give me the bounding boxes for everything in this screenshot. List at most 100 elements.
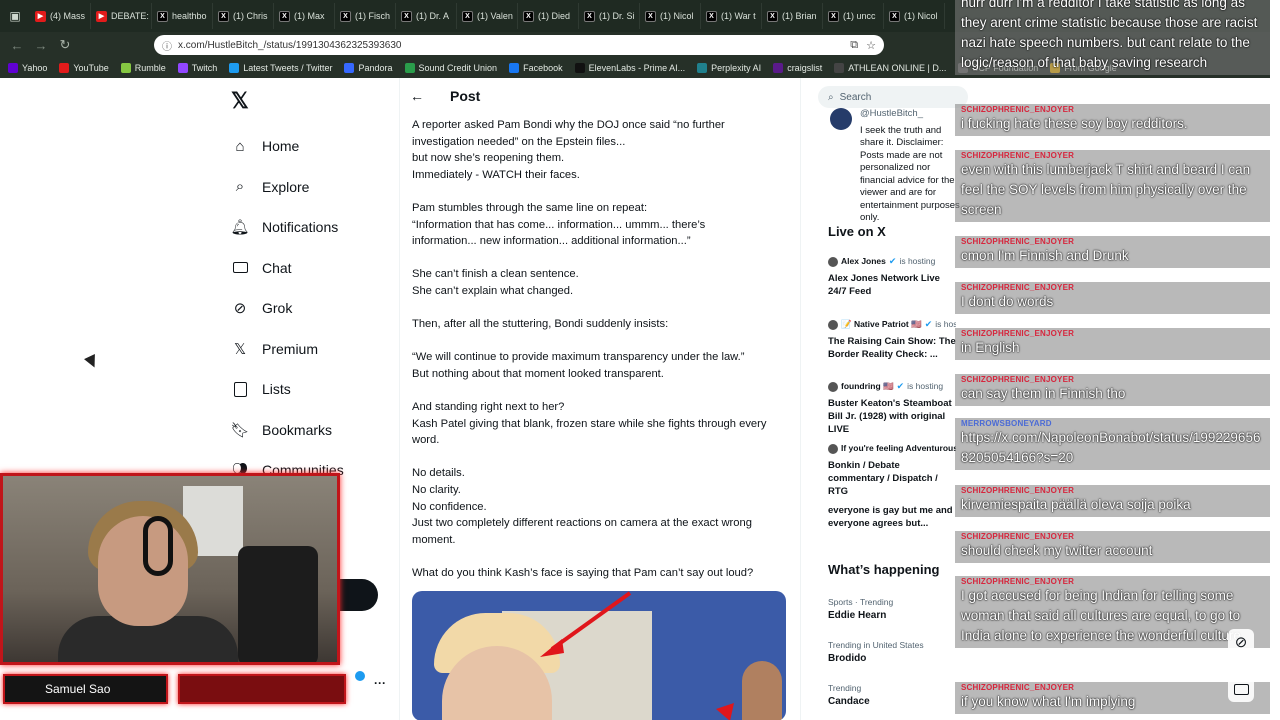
browser-tab[interactable]: X (1) uncc: [823, 3, 884, 29]
chat-message: SCHIZOPHRENIC_ENJOYER even with this lumb…: [955, 150, 1270, 222]
post-line: information... new information... additi…: [412, 235, 691, 248]
post-button[interactable]: [340, 579, 378, 611]
tab-menu-icon[interactable]: ▣: [0, 0, 30, 32]
x-icon: X: [889, 10, 900, 22]
chat-message: SCHIZOPHRENIC_ENJOYER kirvemiespaita pääl…: [955, 485, 1270, 517]
post-video[interactable]: [412, 591, 786, 720]
tab-label: (1) Fisch: [355, 11, 391, 21]
stream-chat: hurr durr i'm a redditor I take statisti…: [955, 0, 1270, 720]
webcam-chair: [238, 546, 318, 662]
bookmark-label: ElevenLabs - Prime AI...: [588, 63, 686, 73]
sidebar-item-home[interactable]: ⌂ Home: [228, 126, 398, 167]
trend-item[interactable]: Trending in United States Brodido: [828, 639, 956, 665]
bookmark-item[interactable]: craigslist: [773, 63, 822, 73]
forward-icon[interactable]: →: [30, 34, 52, 56]
post-line: “Information that has come... informatio…: [412, 218, 706, 231]
sidebar-nav: ⌂ Home ⌕ Explore 🔔︎ Notifications Chat ⊘…: [228, 126, 398, 491]
bookmark-item[interactable]: Yahoo: [8, 63, 47, 73]
post-paragraph-gap: [412, 333, 790, 350]
bookmark-star-icon[interactable]: ☆: [866, 39, 876, 52]
sidebar-item-label: Explore: [262, 178, 310, 195]
search-input[interactable]: ⌕ Search: [818, 86, 968, 108]
live-item[interactable]: If you're feeling Adventurous...✔is host…: [828, 442, 956, 498]
bookmark-item[interactable]: Twitch: [177, 63, 217, 73]
bookmark-item[interactable]: Perplexity AI: [697, 63, 761, 73]
back-arrow-icon[interactable]: ←: [410, 88, 424, 104]
tab-label: (1) Chris: [233, 11, 268, 21]
post-line: Pam stumbles through the same line on re…: [412, 201, 648, 214]
browser-tab[interactable]: X (1) Dr. Si: [579, 3, 640, 29]
sidebar-item-premium[interactable]: 𝕏 Premium: [228, 329, 398, 370]
messages-float-icon[interactable]: [1228, 676, 1254, 702]
grok-float-icon[interactable]: ⊘: [1228, 629, 1254, 655]
bookmark-label: Yahoo: [22, 63, 48, 73]
chat-message: SCHIZOPHRENIC_ENJOYER cmon I'm Finnish an…: [955, 236, 1270, 268]
live-title: Bonkin / Debate commentary / Dispatch / …: [828, 460, 938, 497]
trend-item[interactable]: Trending Candace: [828, 682, 956, 708]
browser-tab[interactable]: X (1) Max: [274, 3, 335, 29]
browser-tab[interactable]: X (1) Brian: [762, 3, 823, 29]
bookmark-item[interactable]: Sound Credit Union: [404, 63, 497, 73]
avatar[interactable]: [830, 108, 852, 130]
post-line: investigation needed” on the Epstein fil…: [412, 135, 626, 148]
browser-tab[interactable]: X (1) Nicol: [884, 3, 945, 29]
live-item[interactable]: 📝 Native Patriot 🇺🇸✔is hosting The Raisin…: [828, 318, 956, 361]
browser-tab[interactable]: X (1) Chris: [213, 3, 274, 29]
sidebar-item-grok[interactable]: ⊘ Grok: [228, 288, 398, 329]
bookmark-favicon-icon: [773, 63, 784, 73]
bookmark-item[interactable]: Facebook: [509, 63, 563, 73]
browser-tab[interactable]: ▶ (4) Mass: [30, 3, 91, 29]
install-icon[interactable]: ⧉: [850, 39, 858, 52]
live-host-name: If you're feeling Adventurous...: [841, 443, 956, 453]
site-info-icon[interactable]: ⓘ: [162, 38, 172, 53]
sidebar-item-chat[interactable]: Chat: [228, 248, 398, 289]
browser-tab[interactable]: Xhealthbo: [152, 3, 213, 29]
live-item[interactable]: Alex Jones ✔ is hosting Alex Jones Network …: [828, 255, 956, 298]
x-premium-icon: 𝕏: [233, 340, 247, 358]
post-paragraph-gap: [412, 548, 790, 565]
x-icon: X: [828, 10, 839, 22]
live-hosting-label: is hosting: [899, 256, 936, 266]
back-icon[interactable]: ←: [6, 34, 28, 56]
live-title: Alex Jones Network Live 24/7 Feed: [828, 273, 940, 297]
sidebar-item-lists[interactable]: Lists: [228, 369, 398, 410]
browser-tab[interactable]: X (1) Died: [518, 3, 579, 29]
post-line: Immediately - WATCH their faces.: [412, 168, 580, 181]
bookmark-item[interactable]: Pandora: [344, 63, 393, 73]
x-icon: X: [523, 10, 534, 22]
browser-tab[interactable]: X (1) Dr. A: [396, 3, 457, 29]
live-hosting-label: is hosting: [907, 381, 944, 391]
bookmark-item[interactable]: YouTube: [59, 63, 109, 73]
sidebar-item-explore[interactable]: ⌕ Explore: [228, 167, 398, 208]
sidebar-item-notifications[interactable]: 🔔︎ Notifications: [228, 207, 398, 248]
chat-message: SCHIZOPHRENIC_ENJOYER can say them in Fin…: [955, 374, 1270, 406]
trend-context: Sports · Trending: [828, 597, 894, 607]
live-item[interactable]: everyone is gay but me and everyone agre…: [828, 504, 956, 530]
bookmark-favicon-icon: [59, 63, 70, 73]
browser-tab[interactable]: X (1) Fisch: [335, 3, 396, 29]
sidebar-item-label: Bookmarks: [262, 421, 333, 438]
bookmark-favicon-icon: [177, 63, 188, 73]
browser-tab[interactable]: X (1) Valen: [457, 3, 518, 29]
more-icon[interactable]: ···: [374, 676, 386, 690]
x-logo-icon[interactable]: 𝕏: [231, 88, 249, 114]
live-title: Buster Keaton's Steamboat Bill Jr. (1928…: [828, 398, 952, 435]
post-line: She can’t finish a clean sentence.: [412, 268, 579, 281]
trend-item[interactable]: Sports · Trending Eddie Hearn: [828, 596, 956, 622]
bookmark-item[interactable]: ElevenLabs - Prime AI...: [574, 63, 686, 73]
browser-tab[interactable]: X (1) Nicol: [640, 3, 701, 29]
bookmark-item[interactable]: Rumble: [120, 63, 166, 73]
tab-label: (1) Nicol: [660, 11, 694, 21]
browser-tab[interactable]: X (1) War t: [701, 3, 762, 29]
bookmark-item[interactable]: ATHLEAN ONLINE | D...: [834, 63, 946, 73]
browser-tab[interactable]: ▶ DEBATE:: [91, 3, 152, 29]
chat-text: in English: [961, 340, 1020, 355]
reload-icon[interactable]: ↻: [54, 34, 76, 56]
chat-text: I got accused for being Indian for telli…: [961, 588, 1245, 643]
sidebar-item-bookmarks[interactable]: 🔖︎ Bookmarks: [228, 410, 398, 451]
live-item[interactable]: foundring 🇺🇸 ✔ is hosting Buster Keaton's S…: [828, 380, 956, 436]
x-icon: X: [767, 10, 778, 22]
bookmark-item[interactable]: Latest Tweets / Twitter: [229, 63, 332, 73]
url-field[interactable]: ⓘ x.com/HustleBitch_/status/199130436232…: [154, 35, 884, 55]
scrollbar[interactable]: [1270, 0, 1280, 720]
